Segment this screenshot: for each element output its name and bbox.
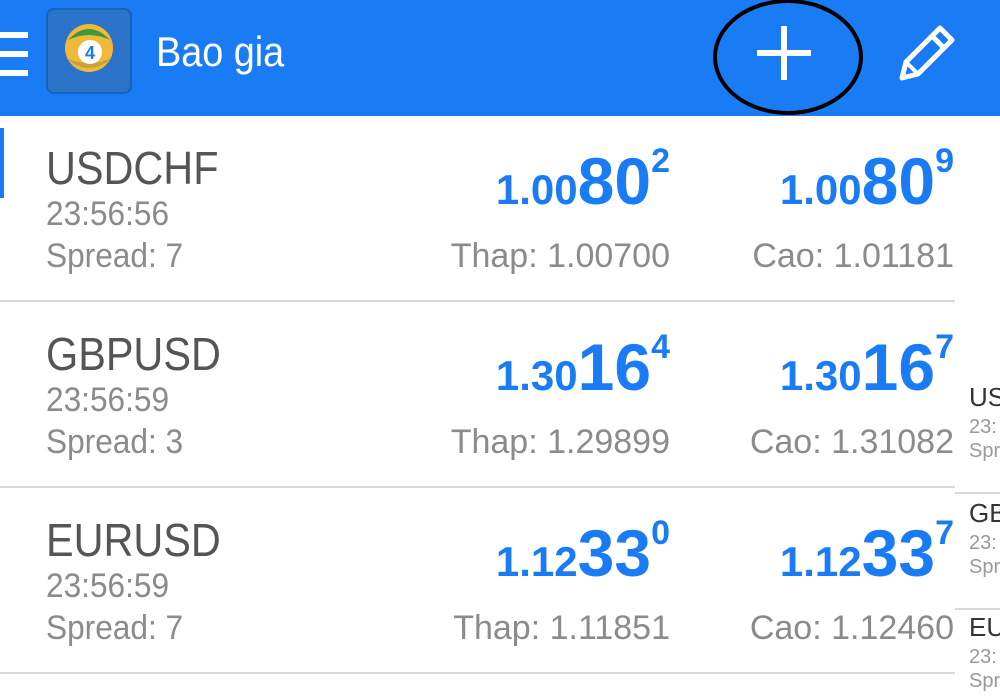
metatrader4-logo-icon[interactable]: 4 <box>46 8 132 94</box>
bid-price: 1.12330 <box>495 514 670 590</box>
ask-price: 1.30167 <box>779 328 954 404</box>
low-price: Thap: 1.00700 <box>450 237 670 275</box>
add-symbol-button[interactable] <box>712 0 864 116</box>
quote-time: 23: <box>969 532 997 554</box>
list-item[interactable]: EU 23: Spr <box>955 610 1000 700</box>
spread-value: Spread: 7 <box>46 237 184 275</box>
quote-time: 23:56:56 <box>46 195 170 233</box>
quote-row-usdchf[interactable]: USDCHF 23:56:56 Spread: 7 1.00802 1.0080… <box>0 116 1000 302</box>
spread-value: Spread: 3 <box>46 423 184 461</box>
svg-text:4: 4 <box>85 43 95 63</box>
spread-value: Spread: 7 <box>46 609 184 647</box>
symbol-name: US <box>969 382 1000 412</box>
edit-button[interactable] <box>892 18 962 88</box>
quote-time: 23: <box>969 646 997 668</box>
secondary-quotes-panel: US 23: Spr GB 23: Spr EU 23: Spr <box>955 300 1000 700</box>
quote-time: 23: <box>969 416 997 438</box>
ask-price: 1.00809 <box>779 142 954 218</box>
spread-value: Spr <box>969 670 1000 692</box>
quote-time: 23:56:59 <box>46 381 170 419</box>
list-item[interactable]: US 23: Spr <box>955 380 1000 494</box>
quote-row-eurusd[interactable]: EURUSD 23:56:59 Spread: 7 1.12330 1.1233… <box>0 488 1000 674</box>
high-price: Cao: 1.01181 <box>752 237 954 275</box>
bid-price: 1.30164 <box>495 328 670 404</box>
screen-title: Bao gia <box>156 28 285 75</box>
list-item[interactable]: GB 23: Spr <box>955 496 1000 610</box>
symbol-name: USDCHF <box>46 142 219 194</box>
hamburger-menu-icon[interactable] <box>0 32 28 76</box>
row-divider <box>955 492 1000 494</box>
high-price: Cao: 1.12460 <box>749 609 954 647</box>
symbol-name: EU <box>969 612 1000 642</box>
symbol-name: GBPUSD <box>46 328 221 380</box>
high-price: Cao: 1.31082 <box>749 423 954 461</box>
bid-price: 1.00802 <box>495 142 670 218</box>
quote-row-gbpusd[interactable]: GBPUSD 23:56:59 Spread: 3 1.30164 1.3016… <box>0 302 1000 488</box>
ask-price: 1.12337 <box>779 514 954 590</box>
row-divider <box>0 672 1000 674</box>
symbol-name: EURUSD <box>46 514 221 566</box>
app-bar: 4 Bao gia <box>0 0 1000 116</box>
pencil-icon <box>899 25 955 81</box>
symbol-name: GB <box>969 498 1000 528</box>
spread-value: Spr <box>969 440 1000 462</box>
low-price: Thap: 1.11851 <box>453 609 670 647</box>
quote-time: 23:56:59 <box>46 567 170 605</box>
spread-value: Spr <box>969 556 1000 578</box>
low-price: Thap: 1.29899 <box>450 423 670 461</box>
